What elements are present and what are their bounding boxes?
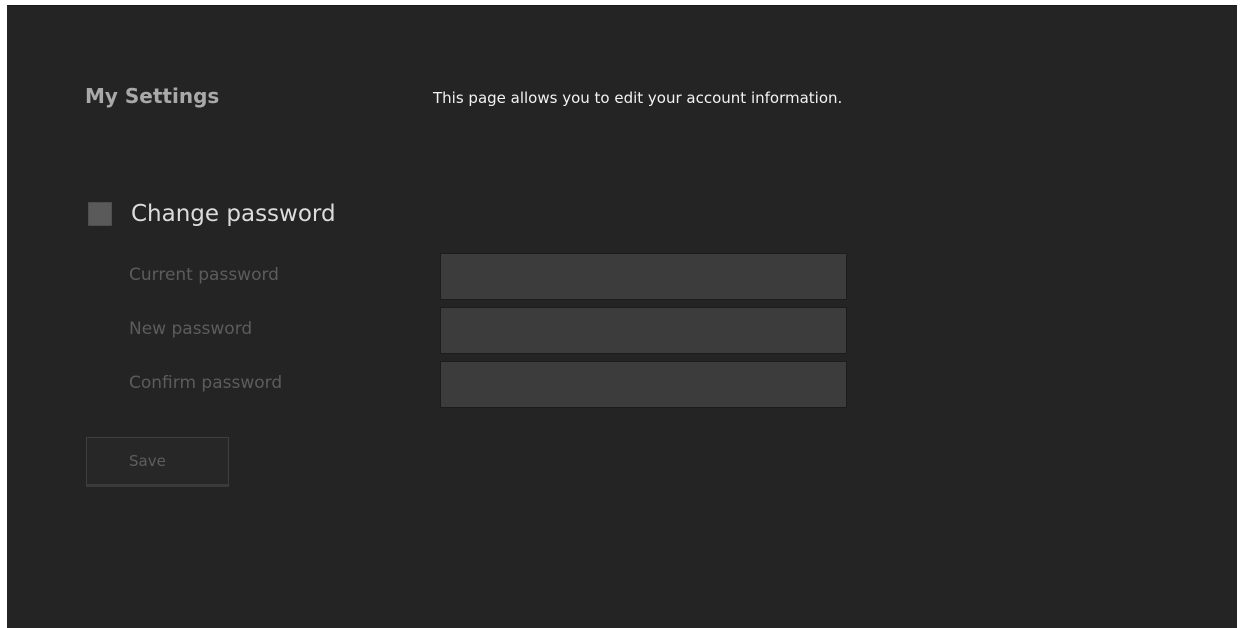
current-password-label: Current password — [129, 265, 279, 285]
save-button[interactable]: Save — [86, 437, 229, 487]
change-password-label: Change password — [131, 201, 336, 227]
new-password-row: New password — [7, 307, 1237, 354]
change-password-toggle[interactable]: Change password — [88, 201, 336, 227]
confirm-password-input[interactable] — [440, 361, 847, 408]
settings-panel: My Settings This page allows you to edit… — [7, 5, 1237, 628]
change-password-checkbox[interactable] — [88, 202, 112, 226]
new-password-label: New password — [129, 319, 253, 339]
current-password-row: Current password — [7, 253, 1237, 300]
page-description: This page allows you to edit your accoun… — [433, 89, 843, 107]
page-title: My Settings — [85, 84, 220, 108]
current-password-input[interactable] — [440, 253, 847, 300]
new-password-input[interactable] — [440, 307, 847, 354]
confirm-password-label: Confirm password — [129, 373, 283, 393]
confirm-password-row: Confirm password — [7, 361, 1237, 408]
